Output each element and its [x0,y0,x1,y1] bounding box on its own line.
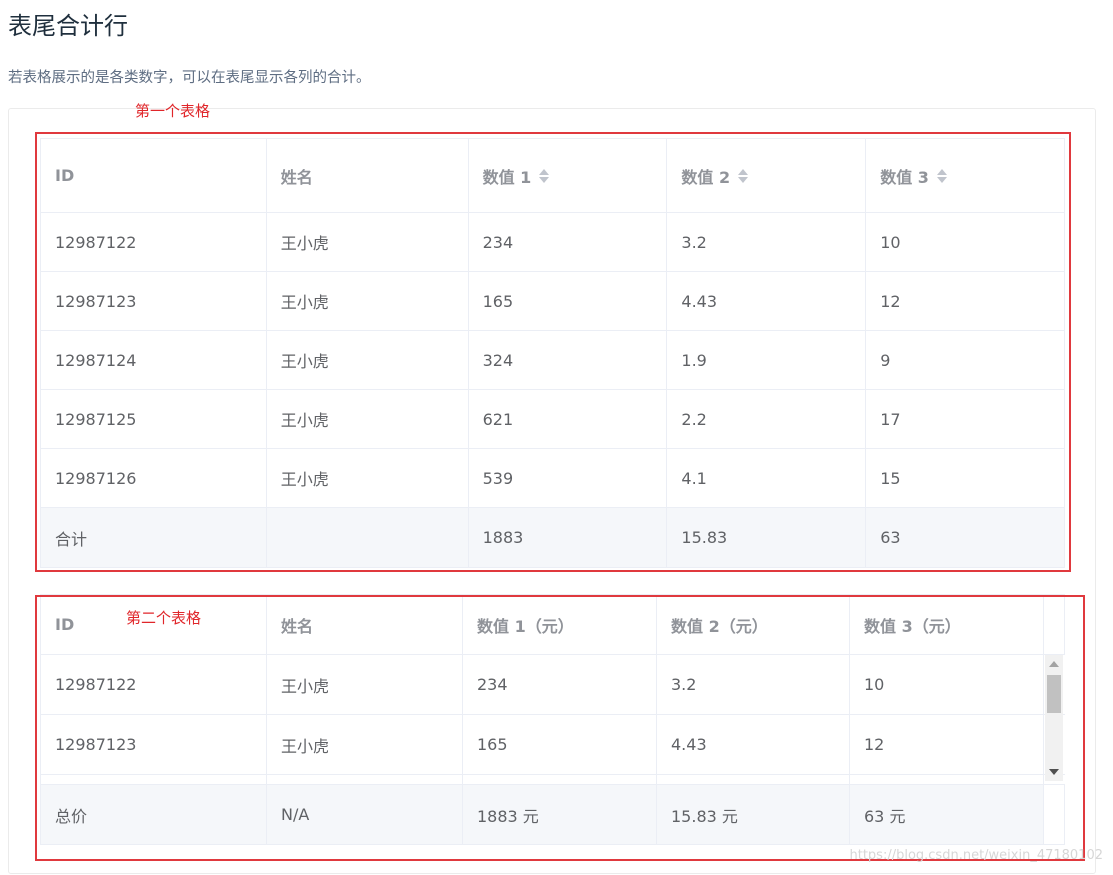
cell-id: 12987122 [41,213,267,271]
cell-name: 王小虎 [267,272,469,330]
cell-value2: 3.2 [667,213,867,271]
cell-name: 王小虎 [267,449,469,507]
cell-name: 王小虎 [267,390,469,448]
watermark: https://blog.csdn.net/weixin_47180102 [849,848,1103,863]
sort-caret-icon[interactable] [936,168,947,183]
table-row: 12987125 王小虎 621 2.2 17 [41,390,1066,449]
cell-value2: 3.2 [657,655,850,714]
cell-value1: 165 [463,715,657,774]
cell-value2: 2.2 [667,390,867,448]
cell-name: 王小虎 [267,715,463,774]
cell-id: 12987124 [41,331,267,389]
cell-value3: 15 [866,449,1066,507]
cell-value3: 10 [866,213,1066,271]
header-value1[interactable]: 数值 1 [469,139,668,212]
header-value3[interactable]: 数值 3 [866,139,1066,212]
cell-name: 王小虎 [267,331,469,389]
cell-value3: 17 [866,390,1066,448]
page-description: 若表格展示的是各类数字，可以在表尾显示各列的合计。 [8,70,371,86]
cell-id: 12987123 [41,715,267,774]
cell-value2: 4.43 [657,715,850,774]
cell-value3: 10 [850,655,1044,714]
sort-caret-icon[interactable] [539,168,550,183]
cell-value3: 9 [866,331,1066,389]
cell-value2: 4.1 [667,449,867,507]
cell-value1: 621 [469,390,668,448]
table-header-row: ID 姓名 数值 1 数值 2 数值 3 [41,139,1066,213]
footer-value1: 1883 元 [463,785,657,844]
cell-name: 王小虎 [267,213,469,271]
sort-caret-icon[interactable] [738,168,749,183]
header-name: 姓名 [267,139,469,212]
header-value2: 数值 2（元） [657,595,850,654]
cell-value2: 4.43 [667,272,867,330]
table-2-scrollbar[interactable] [1045,655,1063,781]
footer-label: 总价 [41,785,267,844]
header-value1: 数值 1（元） [463,595,657,654]
footer-value2: 15.83 [667,508,867,567]
footer-name [266,508,469,567]
table-footer-row: 总价 N/A 1883 元 15.83 元 63 元 [41,785,1065,845]
scroll-down-icon[interactable] [1049,769,1059,775]
scroll-up-icon[interactable] [1049,661,1059,667]
cell-id: 12987123 [41,272,267,330]
cell-id: 12987125 [41,390,267,448]
table-footer-row: 合计 1883 15.83 63 [41,508,1066,568]
table-2: ID 姓名 数值 1（元） 数值 2（元） 数值 3（元） 12987122 王… [40,594,1065,845]
footer-value3: 63 [866,508,1066,567]
cell-value3: 12 [850,715,1044,774]
table-1: ID 姓名 数值 1 数值 2 数值 3 12987122 王小虎 234 3.… [40,138,1066,568]
cell-value1: 234 [469,213,668,271]
table-row: 12987123 王小虎 165 4.43 12 [41,272,1066,331]
table-row: 12987124 王小虎 324 1.9 9 [41,331,1066,390]
cell-value1: 324 [469,331,668,389]
first-table-label: 第一个表格 [135,102,211,120]
header-value3: 数值 3（元） [850,595,1044,654]
header-value2[interactable]: 数值 2 [667,139,867,212]
partial-row [41,775,1065,785]
second-table-label: 第二个表格 [126,609,202,627]
footer-value2: 15.83 元 [657,785,850,844]
footer-value3: 63 元 [850,785,1044,844]
cell-value1: 539 [469,449,668,507]
cell-id: 12987126 [41,449,267,507]
cell-id: 12987122 [41,655,267,714]
footer-name: N/A [267,785,463,844]
table-row: 12987126 王小虎 539 4.1 15 [41,449,1066,508]
cell-value1: 165 [469,272,668,330]
cell-value1: 234 [463,655,657,714]
scroll-thumb[interactable] [1047,675,1061,713]
footer-value1: 1883 [468,508,668,567]
cell-name: 王小虎 [267,655,463,714]
table-row: 12987122 王小虎 234 3.2 10 [41,213,1066,272]
header-id: ID [41,139,267,212]
header-name: 姓名 [267,595,463,654]
footer-label: 合计 [41,508,267,567]
header-gutter [1044,595,1065,654]
cell-value3: 12 [866,272,1066,330]
page-title: 表尾合计行 [8,12,128,40]
table-row: 12987123 王小虎 165 4.43 12 [41,715,1065,775]
table-row: 12987122 王小虎 234 3.2 10 [41,655,1065,715]
cell-value2: 1.9 [667,331,867,389]
